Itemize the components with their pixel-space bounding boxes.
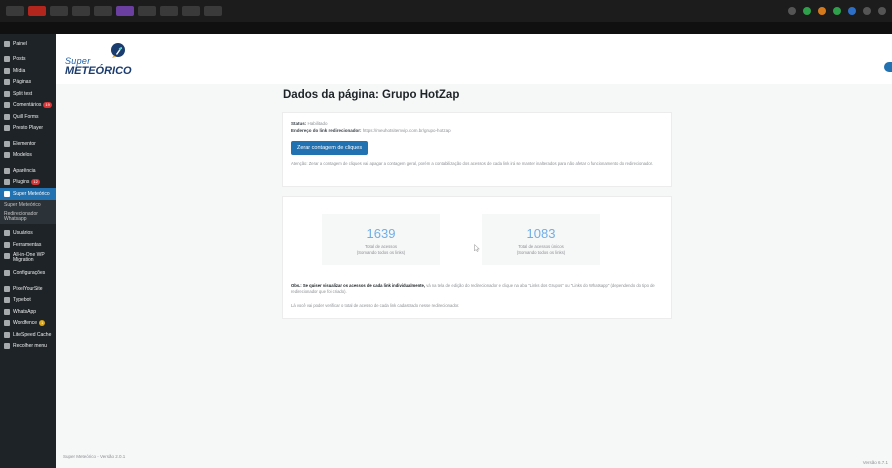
sidebar-item-quill-forms[interactable]: Quill Forms [0, 111, 56, 123]
sidebar-item-painel[interactable]: Painel [0, 38, 56, 50]
count-badge: 1 [39, 320, 46, 327]
sidebar-item-split-test[interactable]: Split test [0, 88, 56, 100]
pixel-icon [4, 285, 10, 292]
count-badge: 19 [43, 102, 52, 109]
form-icon [4, 113, 10, 120]
sidebar-item-elementor[interactable]: Elementor [0, 138, 56, 150]
extension-icon[interactable] [878, 7, 886, 15]
settings-icon [4, 270, 10, 277]
redirect-link[interactable]: https://meuhotsitemvip.com.br/grupo-hotz… [363, 128, 451, 133]
admin-sidebar: Painel Posts Mídia Páginas Split test Co… [0, 34, 56, 468]
browser-tab[interactable] [138, 6, 156, 16]
sidebar-item-pixelyoursite[interactable]: PixelYourSite [0, 283, 56, 295]
plugin-icon [4, 179, 10, 186]
total-access-caption: Total de acessos (Somando todos os links… [356, 244, 406, 255]
shield-icon [4, 320, 10, 327]
sidebar-item-comentarios[interactable]: Comentários 19 [0, 100, 56, 112]
total-access-box: 1639 Total de acessos (Somando todos os … [322, 214, 440, 265]
elementor-icon [4, 140, 10, 147]
status-value: Habilitado [307, 121, 328, 126]
browser-tab-bar [0, 0, 892, 22]
super-meteorico-logo: Super METEÓRICO [63, 42, 135, 78]
individual-access-note: Obs.: Se quiser visualizar os acessos de… [291, 283, 655, 294]
total-access-value: 1639 [366, 226, 396, 241]
brush-icon [4, 167, 10, 174]
sidebar-item-ferramentas[interactable]: Ferramentas [0, 239, 56, 251]
browser-tab[interactable] [204, 6, 222, 16]
sidebar-item-typebot[interactable]: Typebot [0, 295, 56, 307]
browser-tab[interactable] [182, 6, 200, 16]
migration-icon [4, 252, 10, 259]
browser-tab[interactable] [50, 6, 68, 16]
link-line: Endereço do link redirecionador: https:/… [291, 128, 451, 133]
sidebar-item-wordfence[interactable]: Wordfence 1 [0, 318, 56, 330]
rocket-icon [4, 190, 10, 197]
plugin-header: Super METEÓRICO [56, 34, 892, 84]
footer-plugin-version: Super Meteórico - Versão 2.0.1 [63, 454, 126, 459]
admin-bar [0, 22, 892, 34]
count-badge: 12 [31, 179, 40, 186]
folder-icon [4, 152, 10, 159]
rocket-icon [111, 43, 125, 58]
extension-icon[interactable] [863, 7, 871, 15]
tools-icon [4, 241, 10, 248]
help-icon[interactable] [884, 62, 892, 72]
reset-clicks-button[interactable]: Zerar contagem de cliques [291, 141, 369, 155]
logo-text-bottom: METEÓRICO [65, 65, 132, 77]
unique-access-box: 1083 Total de acessos únicos (Somando to… [482, 214, 600, 265]
sidebar-item-presto-player[interactable]: Presto Player [0, 123, 56, 135]
mouse-cursor-icon [474, 244, 480, 252]
verification-note: Lá você vai poder verificar o total de a… [291, 303, 460, 308]
media-icon [4, 67, 10, 74]
dashboard-icon [4, 40, 10, 47]
submenu-item-redirecionador-whatsapp[interactable]: Redirecionador Whatsapp [0, 209, 56, 224]
footer-wp-version: Versão 6.7.1 [862, 460, 888, 465]
extension-icon[interactable] [848, 7, 856, 15]
browser-tab[interactable] [94, 6, 112, 16]
comment-icon [4, 102, 10, 109]
split-icon [4, 90, 10, 97]
unique-access-caption: Total de acessos únicos (Somando todos o… [516, 244, 566, 255]
sidebar-item-usuarios[interactable]: Usuários [0, 228, 56, 240]
browser-tab[interactable] [160, 6, 178, 16]
sidebar-item-whatsapp[interactable]: WhatsApp [0, 306, 56, 318]
sidebar-item-posts[interactable]: Posts [0, 54, 56, 66]
extension-icon[interactable] [818, 7, 826, 15]
speed-icon [4, 331, 10, 338]
sidebar-item-plugins[interactable]: Plugins 12 [0, 177, 56, 189]
browser-tab[interactable] [116, 6, 134, 16]
unique-access-value: 1083 [526, 226, 556, 241]
sidebar-item-super-meteorico[interactable]: Super Meteórico [0, 188, 56, 200]
browser-tab[interactable] [6, 6, 24, 16]
sidebar-item-modelos[interactable]: Modelos [0, 150, 56, 162]
sidebar-item-litespeed-cache[interactable]: LiteSpeed Cache [0, 329, 56, 341]
browser-tab[interactable] [72, 6, 90, 16]
extension-icon[interactable] [833, 7, 841, 15]
stats-card: 1639 Total de acessos (Somando todos os … [282, 196, 672, 319]
sidebar-item-midia[interactable]: Mídia [0, 65, 56, 77]
status-line: Status: Habilitado [291, 121, 328, 126]
whatsapp-icon [4, 308, 10, 315]
collapse-icon [4, 343, 10, 350]
sidebar-item-paginas[interactable]: Páginas [0, 77, 56, 89]
bot-icon [4, 297, 10, 304]
sidebar-item-aparencia[interactable]: Aparência [0, 165, 56, 177]
extension-icon[interactable] [788, 7, 796, 15]
sidebar-item-configuracoes[interactable]: Configurações [0, 268, 56, 280]
info-card: Status: Habilitado Endereço do link redi… [282, 112, 672, 187]
sidebar-item-recolher-menu[interactable]: Recolher menu [0, 341, 56, 353]
pages-icon [4, 79, 10, 86]
warning-text: Atenção: Zerar a contagem de cliques vai… [291, 161, 653, 166]
sidebar-item-all-in-one-migration[interactable]: All-in-One WP Migration [0, 251, 56, 268]
play-icon [4, 125, 10, 132]
pin-icon [4, 56, 10, 63]
page-name: Grupo HotZap [382, 89, 460, 101]
page-title: Dados da página: Grupo HotZap [283, 89, 460, 101]
users-icon [4, 230, 10, 237]
browser-tab[interactable] [28, 6, 46, 16]
extension-icon[interactable] [803, 7, 811, 15]
submenu-item-super-meteorico[interactable]: Super Meteórico [0, 199, 56, 210]
